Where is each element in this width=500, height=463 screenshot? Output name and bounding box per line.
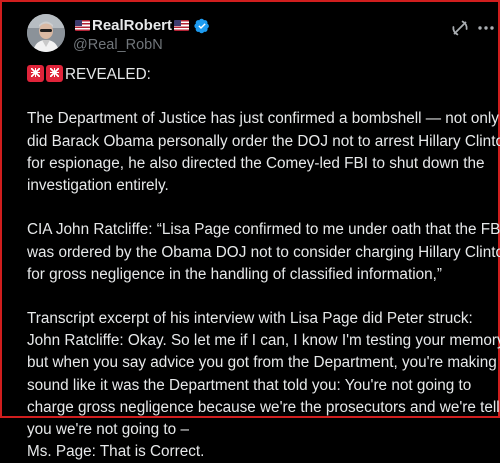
post-line: The Department of Justice has just confi…	[27, 110, 499, 128]
post-line: John Ratcliffe: Okay. So let me if I can…	[27, 332, 500, 350]
more-options-icon[interactable]	[476, 18, 496, 38]
post-line: did Barack Obama personally order the DO…	[27, 132, 500, 150]
post-card: RealRobert @Real_RobN REVEALED: The Depa…	[0, 0, 500, 460]
post-line: for gross negligence in the handling of …	[27, 265, 442, 283]
post-line: for espionage, he also directed the Come…	[27, 154, 485, 172]
grok-icon[interactable]	[450, 18, 470, 38]
post-line: CIA John Ratcliffe: “Lisa Page confirmed…	[27, 221, 500, 239]
post-line: sound like it was the Department that to…	[27, 376, 472, 394]
post-line: investigation entirely.	[27, 176, 169, 194]
author-handle[interactable]: @Real_RobN	[73, 37, 210, 53]
author-name-row[interactable]: RealRobert	[73, 16, 210, 35]
post-text: REVEALED: The Department of Justice has …	[27, 64, 500, 463]
post-heading-line: REVEALED:	[27, 64, 482, 86]
post-line: but when you say advice you got from the…	[27, 354, 500, 372]
post-header: RealRobert @Real_RobN	[27, 14, 494, 58]
post-heading: REVEALED:	[65, 66, 151, 83]
post-line: Ms. Page: That is Correct.	[27, 443, 205, 461]
author-block: RealRobert @Real_RobN	[73, 16, 210, 53]
post-line: charge gross negligence because we're th…	[27, 398, 500, 416]
siren-icon	[27, 65, 44, 82]
us-flag-icon	[75, 20, 90, 31]
post-line: was ordered by the Obama DOJ not to cons…	[27, 243, 500, 261]
avatar[interactable]	[27, 14, 65, 52]
author-display-name[interactable]: RealRobert	[92, 17, 172, 34]
us-flag-icon	[174, 20, 190, 31]
verified-badge-icon	[194, 18, 209, 33]
siren-icon	[46, 65, 63, 82]
post-line: you we're not going to –	[27, 421, 189, 438]
post-line: Transcript excerpt of his interview with…	[27, 310, 473, 328]
